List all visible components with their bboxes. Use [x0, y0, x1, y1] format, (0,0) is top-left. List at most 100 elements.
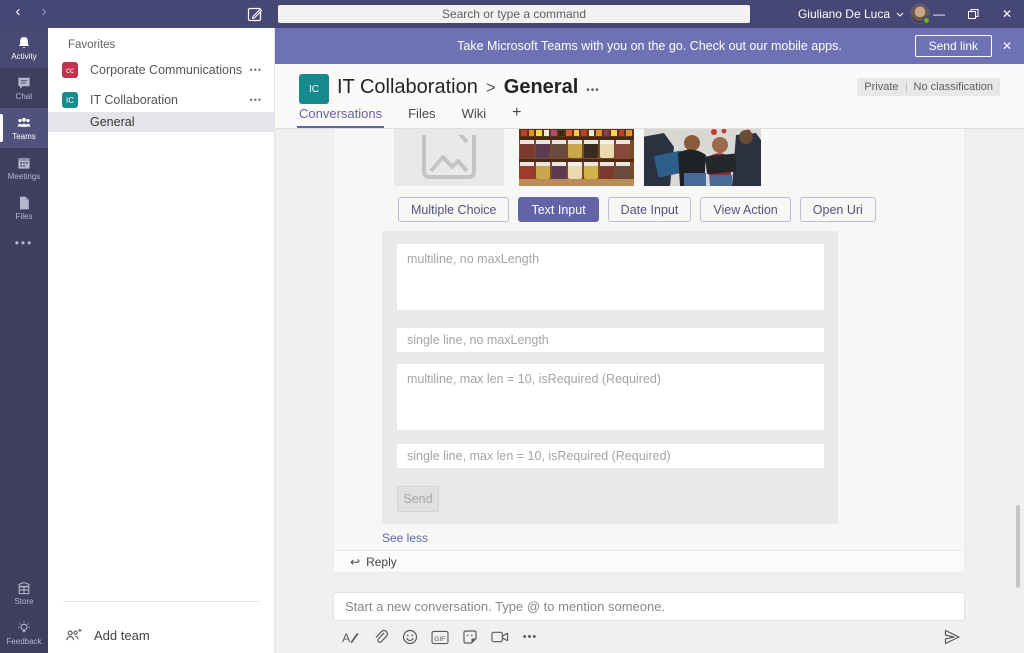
sticker-icon[interactable] — [461, 628, 479, 646]
banner-close-icon[interactable]: ✕ — [998, 37, 1016, 55]
team-more-icon[interactable]: ••• — [250, 65, 262, 75]
see-less-link[interactable]: See less — [382, 531, 428, 545]
new-chat-icon[interactable] — [247, 6, 263, 22]
svg-text:GIF: GIF — [434, 635, 445, 642]
forward-icon[interactable]: › — [34, 3, 54, 20]
rail-spacer — [0, 258, 48, 573]
card-action-buttons: Multiple Choice Text Input Date Input Vi… — [398, 197, 876, 222]
window-controls: — ✕ — [922, 0, 1024, 28]
privacy-chip: Private No classification — [857, 78, 1000, 96]
team-name[interactable]: IT Collaboration — [337, 76, 478, 99]
broken-image-placeholder[interactable] — [394, 129, 504, 186]
chevron-down-icon — [896, 12, 904, 17]
reply-label: Reply — [366, 554, 397, 569]
multiline-input-1[interactable] — [397, 244, 824, 310]
teams-app-window: ‹ › Giuliano De Luca — ✕ Activity Ch — [0, 0, 1024, 653]
scrollbar-thumb[interactable] — [1016, 505, 1020, 588]
meet-now-icon[interactable] — [491, 628, 509, 646]
add-team-button[interactable]: Add team — [48, 620, 275, 650]
image-placeholder-icon — [422, 134, 476, 179]
message-card: Multiple Choice Text Input Date Input Vi… — [333, 129, 965, 573]
candy-store-image[interactable] — [519, 129, 634, 186]
text-input-button[interactable]: Text Input — [518, 197, 599, 222]
user-name: Giuliano De Luca — [797, 7, 890, 21]
rail-item-teams[interactable]: Teams — [0, 108, 48, 148]
calendar-icon — [18, 158, 30, 169]
mobile-apps-banner: Take Microsoft Teams with you on the go.… — [275, 28, 1024, 64]
channel-sidebar: Favorites cc Corporate Communications ••… — [48, 28, 275, 653]
team-badge: cc — [62, 62, 78, 78]
tab-conversations[interactable]: Conversations — [296, 106, 385, 128]
send-message-icon[interactable] — [943, 628, 961, 646]
banner-message: Take Microsoft Teams with you on the go.… — [457, 39, 842, 53]
compose-box — [333, 592, 965, 621]
tab-files[interactable]: Files — [408, 106, 435, 128]
emoji-icon[interactable] — [401, 628, 419, 646]
channel-more-icon[interactable]: ••• — [586, 85, 600, 96]
add-team-icon — [66, 628, 82, 640]
view-action-button[interactable]: View Action — [700, 197, 791, 222]
breadcrumb-separator: > — [485, 78, 496, 97]
kids-with-laptop-image[interactable] — [644, 129, 761, 186]
channel-title: IT Collaboration > General ••• — [337, 76, 600, 99]
candy-store-picture — [519, 129, 634, 186]
tab-wiki[interactable]: Wiki — [462, 106, 487, 128]
channel-tabs: Conversations Files Wiki + — [296, 104, 521, 128]
rail-item-files[interactable]: Files — [0, 188, 48, 228]
text-input-form: Send — [382, 231, 838, 524]
add-tab-icon[interactable]: + — [512, 104, 521, 128]
rail-item-meetings[interactable]: Meetings — [0, 148, 48, 188]
compose-toolbar: A GIF ••• — [341, 628, 539, 646]
format-icon[interactable]: A — [341, 628, 359, 646]
sidebar-team-it-collaboration[interactable]: IC IT Collaboration ••• — [48, 86, 275, 114]
reply-row[interactable]: ↩ Reply — [334, 550, 964, 572]
reply-arrow-icon: ↩ — [350, 554, 361, 569]
team-badge: IC — [62, 92, 78, 108]
new-conversation-input[interactable] — [334, 593, 964, 620]
minimize-button[interactable]: — — [922, 0, 956, 28]
restore-button[interactable] — [956, 0, 990, 28]
sidebar-team-corporate-communications[interactable]: cc Corporate Communications ••• — [48, 56, 275, 84]
kids-with-laptop-picture — [644, 129, 761, 186]
teams-people-icon — [17, 117, 31, 127]
team-more-icon[interactable]: ••• — [250, 95, 262, 105]
document-icon — [20, 196, 29, 210]
open-uri-button[interactable]: Open Uri — [799, 197, 876, 222]
app-rail: Activity Chat Teams Meetings Files ••• S… — [0, 28, 48, 653]
rail-more-icon[interactable]: ••• — [0, 228, 48, 258]
rail-item-activity[interactable]: Activity — [0, 28, 48, 68]
favorites-section-label: Favorites — [68, 39, 116, 51]
user-menu[interactable]: Giuliano De Luca — [797, 0, 931, 28]
form-send-button[interactable]: Send — [397, 486, 439, 512]
close-button[interactable]: ✕ — [990, 0, 1024, 28]
sidebar-channel-general[interactable]: General — [48, 112, 275, 132]
lightbulb-icon — [18, 621, 30, 633]
attach-icon[interactable] — [371, 628, 389, 646]
single-line-input-2[interactable] — [397, 444, 824, 468]
bell-icon — [18, 37, 30, 49]
date-input-button[interactable]: Date Input — [607, 197, 692, 222]
store-icon — [18, 582, 30, 595]
rail-item-feedback[interactable]: Feedback — [0, 613, 48, 653]
conversation-pane: Multiple Choice Text Input Date Input Vi… — [275, 129, 1024, 653]
back-icon[interactable]: ‹ — [8, 3, 28, 20]
rail-item-chat[interactable]: Chat — [0, 68, 48, 108]
team-avatar: IC — [299, 74, 329, 104]
svg-text:A: A — [342, 631, 351, 645]
chat-icon — [18, 77, 30, 89]
search-input[interactable] — [278, 5, 750, 23]
channel-header: IC IT Collaboration > General ••• Privat… — [275, 64, 1024, 129]
gif-icon[interactable]: GIF — [431, 628, 449, 646]
single-line-input-1[interactable] — [397, 328, 824, 352]
channel-name: General — [503, 76, 579, 98]
search-box — [278, 5, 750, 23]
multiline-input-2[interactable] — [397, 364, 824, 430]
compose-more-icon[interactable]: ••• — [521, 628, 539, 646]
privacy-badge: Private — [864, 81, 899, 93]
sidebar-divider — [63, 601, 259, 602]
send-link-button[interactable]: Send link — [914, 35, 992, 57]
rail-item-store[interactable]: Store — [0, 573, 48, 613]
classification-badge: No classification — [913, 81, 993, 93]
title-bar: ‹ › Giuliano De Luca — ✕ — [0, 0, 1024, 28]
multiple-choice-button[interactable]: Multiple Choice — [398, 197, 510, 222]
